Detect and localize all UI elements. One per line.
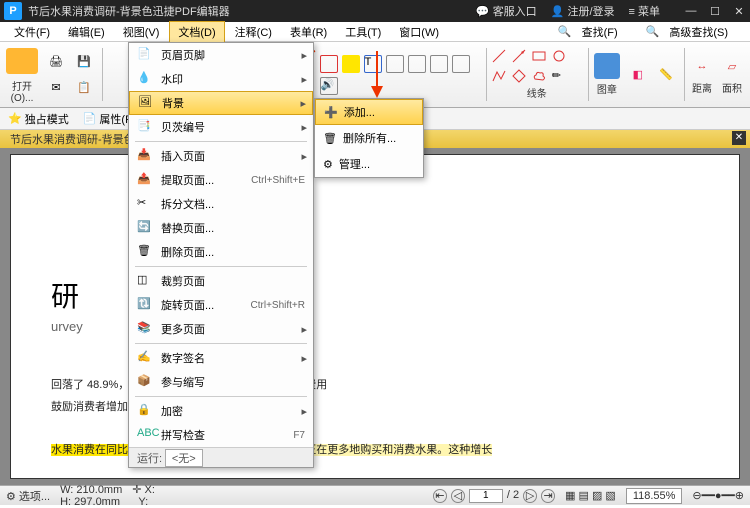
- menu-compress[interactable]: 📦参与缩写: [129, 370, 313, 394]
- page-total: / 2: [507, 489, 519, 503]
- document-menu-dropdown: 📄页眉页脚▸ 💧水印▸ 🖼背景▸ 📑贝茨编号▸ 📥插入页面▸ 📤提取页面...C…: [128, 42, 314, 468]
- zoom-slider[interactable]: ⊖━━●━━⊕: [692, 489, 744, 502]
- background-submenu: ➕添加... 🗑删除所有... ⚙管理...: [314, 98, 424, 178]
- customer-link[interactable]: 💬 客服入口: [476, 3, 537, 19]
- work-area: 研 urvey 回落了 48.9%，这意味着消费者购买水果所需支付的费用 鼓励消…: [0, 148, 750, 485]
- text-icon[interactable]: T: [364, 55, 382, 73]
- stamp-icon[interactable]: [594, 53, 620, 79]
- page-nav: ⇤ ◁ / 2 ▷ ⇥: [433, 489, 555, 503]
- menu-more-page[interactable]: 📚更多页面▸: [129, 317, 313, 341]
- text-box-icon[interactable]: [320, 55, 338, 73]
- open-button[interactable]: 打开(O)...: [6, 44, 38, 105]
- underline-icon[interactable]: [386, 55, 404, 73]
- save-icon[interactable]: 💾: [72, 50, 96, 74]
- eraser-icon[interactable]: ◧: [626, 63, 650, 87]
- menu-extract-page[interactable]: 📤提取页面...Ctrl+Shift+E: [129, 168, 313, 192]
- polyline-icon[interactable]: [492, 69, 506, 83]
- options-button[interactable]: ⚙ 选项...: [6, 488, 50, 504]
- cursor-pos: ✛ X: Y:: [132, 483, 155, 508]
- menu-sign[interactable]: ✍数字签名▸: [129, 346, 313, 370]
- menu-header-footer[interactable]: 📄页眉页脚▸: [129, 43, 313, 67]
- print-icon[interactable]: 🖨: [44, 50, 68, 74]
- note-icon[interactable]: [430, 55, 448, 73]
- menu-background[interactable]: 🖼背景▸: [129, 91, 313, 115]
- menu-comment[interactable]: 注释(C): [227, 22, 280, 42]
- distance-icon[interactable]: ↔: [690, 54, 714, 78]
- circle-icon[interactable]: [552, 49, 566, 63]
- rect-icon[interactable]: [532, 49, 546, 63]
- main-menu[interactable]: ≡ 菜单: [629, 3, 660, 19]
- menu-file[interactable]: 文件(F): [6, 22, 58, 42]
- lines-label: 线条: [527, 85, 547, 100]
- menu-bates[interactable]: 📑贝茨编号▸: [129, 115, 313, 139]
- first-page-button[interactable]: ⇤: [433, 489, 447, 503]
- callout-icon[interactable]: [452, 55, 470, 73]
- line-icon[interactable]: [492, 49, 506, 63]
- login-link[interactable]: 👤 注册/登录: [551, 3, 615, 19]
- run-select[interactable]: <无>: [165, 449, 203, 467]
- menu-form[interactable]: 表单(R): [282, 22, 335, 42]
- submenu-remove-all[interactable]: 🗑删除所有...: [315, 125, 423, 151]
- scan-icon[interactable]: 📋: [72, 76, 96, 100]
- page-canvas: 研 urvey 回落了 48.9%，这意味着消费者购买水果所需支付的费用 鼓励消…: [10, 154, 740, 479]
- page-size: W: 210.0mmH: 297.0mm: [60, 484, 122, 508]
- window-title: 节后水果消费调研-背景色迅捷PDF编辑器: [28, 3, 476, 19]
- measure-icon[interactable]: 📏: [654, 63, 678, 87]
- menu-crop-page[interactable]: ◫裁剪页面: [129, 269, 313, 293]
- menu-split[interactable]: ✂拆分文档...: [129, 192, 313, 216]
- submenu-add[interactable]: ➕添加...: [315, 99, 423, 125]
- app-logo: P: [4, 2, 22, 20]
- menubar: 文件(F) 编辑(E) 视图(V) 文档(D) 注释(C) 表单(R) 工具(T…: [0, 22, 750, 42]
- arrow-icon[interactable]: [512, 49, 526, 63]
- tab-close-button[interactable]: ✕: [732, 131, 746, 145]
- pencil-icon[interactable]: ✏: [552, 69, 566, 83]
- folder-icon: [6, 48, 38, 74]
- submenu-manage[interactable]: ⚙管理...: [315, 151, 423, 177]
- menu-replace-page[interactable]: 🔄替换页面...: [129, 216, 313, 240]
- menu-spell[interactable]: ABC拼写检查F7: [129, 423, 313, 447]
- prev-page-button[interactable]: ◁: [451, 489, 465, 503]
- strikeout-icon[interactable]: [408, 55, 426, 73]
- menu-edit[interactable]: 编辑(E): [60, 22, 113, 42]
- document-tab[interactable]: 节后水果消费调研-背景色: [0, 131, 145, 147]
- menu-tool[interactable]: 工具(T): [337, 22, 389, 42]
- polygon-icon[interactable]: [512, 69, 526, 83]
- close-button[interactable]: ✕: [732, 5, 746, 18]
- adv-find-button[interactable]: 🔍高级查找(S): [638, 20, 744, 44]
- menu-watermark[interactable]: 💧水印▸: [129, 67, 313, 91]
- alone-mode[interactable]: ⭐ 独占模式: [8, 111, 69, 127]
- menu-insert-page[interactable]: 📥插入页面▸: [129, 144, 313, 168]
- find-button[interactable]: 🔍查找(F): [550, 20, 634, 44]
- cloud-icon[interactable]: [532, 69, 546, 83]
- area-icon[interactable]: ▱: [720, 54, 744, 78]
- status-bar: ⚙ 选项... W: 210.0mmH: 297.0mm ✛ X: Y: ⇤ ◁…: [0, 485, 750, 505]
- sound-icon[interactable]: 🔊: [320, 77, 338, 95]
- menu-encrypt[interactable]: 🔒加密▸: [129, 399, 313, 423]
- page-input[interactable]: [469, 489, 503, 503]
- layout-icons[interactable]: ▦ ▤ ▨ ▧: [565, 489, 616, 502]
- mail-icon[interactable]: ✉: [44, 76, 68, 100]
- menu-document[interactable]: 文档(D): [169, 21, 224, 43]
- menu-delete-page[interactable]: 🗑删除页面...: [129, 240, 313, 264]
- menu-view[interactable]: 视图(V): [115, 22, 168, 42]
- highlight-icon[interactable]: [342, 55, 360, 73]
- maximize-button[interactable]: ☐: [708, 5, 722, 18]
- dropdown-footer: 运行: <无>: [129, 447, 313, 467]
- zoom-status[interactable]: 118.55%: [626, 488, 683, 504]
- last-page-button[interactable]: ⇥: [541, 489, 555, 503]
- menu-rotate-page[interactable]: 🔃旋转页面...Ctrl+Shift+R: [129, 293, 313, 317]
- menu-window[interactable]: 窗口(W): [391, 22, 447, 42]
- minimize-button[interactable]: —: [684, 5, 698, 18]
- next-page-button[interactable]: ▷: [523, 489, 537, 503]
